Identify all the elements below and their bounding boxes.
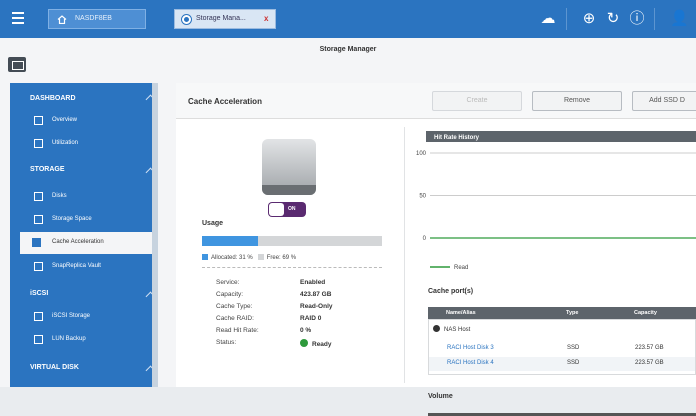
allocated-swatch: [202, 254, 208, 260]
window-title: Storage Manager: [319, 46, 377, 53]
col-name: Name/Alias: [446, 310, 476, 316]
storage-manager-icon: [182, 15, 191, 24]
remove-button[interactable]: Remove: [532, 91, 622, 111]
page-title: Cache Acceleration: [188, 97, 262, 106]
sidebar-item-lun-backup[interactable]: LUN Backup: [32, 329, 158, 351]
iscsi-storage-icon: [34, 312, 43, 321]
top-bar: NASDF8EB Storage Mana... x ☁ ⊕ ↻ ⓘ 👤: [0, 0, 696, 38]
storage-space-icon: [34, 215, 43, 224]
sidebar: DASHBOARD Overview Utilization STORAGE D…: [10, 83, 158, 387]
storage-manager-window: Storage Manager DASHBOARD Overview Utili…: [0, 38, 696, 416]
col-capacity: Capacity: [634, 310, 657, 316]
ssd-disk-image: [262, 139, 316, 195]
sidebar-item-overview[interactable]: Overview: [32, 110, 158, 132]
sidebar-section-storage[interactable]: STORAGE: [30, 166, 65, 173]
tab-storage-manager-label: Storage Mana...: [196, 15, 246, 22]
sidebar-item-label: iSCSI Storage: [52, 313, 91, 319]
y-tick-label: 50: [419, 194, 426, 200]
volume-label: Volume: [428, 393, 453, 400]
menu-icon[interactable]: [12, 12, 24, 24]
sidebar-item-iscsi-storage[interactable]: iSCSI Storage: [32, 306, 158, 328]
home-icon: [57, 15, 67, 24]
snapreplica-vault-icon: [34, 262, 43, 271]
group-name: NAS Host: [444, 327, 471, 333]
sidebar-item-storage-space[interactable]: Storage Space: [32, 209, 158, 231]
sidebar-item-utilization[interactable]: Utilization: [32, 133, 158, 155]
lun-backup-icon: [34, 335, 43, 344]
sidebar-item-label: Overview: [52, 117, 78, 123]
hit-rate-chart: Hit Rate History 0 50 100 Read: [416, 131, 696, 271]
table-row[interactable]: RACI Host Disk 4 SSD 223.57 GB: [429, 357, 695, 371]
separator: [566, 8, 567, 30]
disks-icon: [34, 192, 43, 201]
free-text: Free: 69 %: [266, 255, 297, 261]
sync-icon[interactable]: ↻: [604, 10, 622, 28]
user-icon[interactable]: 👤: [670, 10, 689, 28]
disk-name-cell[interactable]: RACI Host Disk 4: [447, 360, 494, 366]
table-row[interactable]: RACI Host Disk 3 SSD 223.57 GB: [429, 342, 695, 356]
col-type: Type: [566, 310, 579, 316]
tab-home-label: NASDF8EB: [75, 15, 112, 22]
y-axis-ticks: 0 50 100: [416, 151, 427, 242]
tab-home[interactable]: NASDF8EB: [48, 9, 146, 29]
chart-grid: [430, 152, 696, 239]
sidebar-item-cache-acceleration[interactable]: Cache Acceleration: [20, 232, 158, 254]
overview-icon: [34, 116, 43, 125]
group-header[interactable]: NAS Host: [433, 325, 470, 333]
sidebar-item-label: SnapReplica Vault: [52, 263, 101, 269]
cache-toggle[interactable]: ON: [268, 202, 306, 217]
y-tick-label: 0: [423, 236, 427, 242]
y-tick-label: 100: [416, 151, 427, 157]
gauge-icon[interactable]: ⊕: [580, 10, 598, 28]
table-header: Name/Alias Type Capacity: [428, 307, 696, 319]
create-button[interactable]: Create: [432, 91, 522, 111]
sidebar-item-label: Disks: [52, 193, 67, 199]
separator: [654, 8, 655, 30]
sidebar-section-dashboard[interactable]: DASHBOARD: [30, 95, 76, 102]
disk-name-cell[interactable]: RACI Host Disk 3: [447, 345, 494, 351]
sidebar-section-iscsi[interactable]: iSCSI: [30, 290, 48, 297]
add-ssd-button[interactable]: Add SSD D: [632, 91, 696, 111]
cache-ports-label: Cache port(s): [428, 288, 474, 295]
window-menu-icon[interactable]: [8, 57, 26, 72]
ready-icon: [300, 339, 308, 347]
content-header: Cache Acceleration Create Remove Add SSD…: [176, 83, 696, 119]
sidebar-item-label: Storage Space: [52, 216, 92, 222]
status-value: Ready: [312, 341, 332, 348]
sidebar-item-label: LUN Backup: [52, 336, 86, 342]
chart-title: Hit Rate History: [434, 135, 480, 141]
type-cell: SSD: [567, 360, 580, 366]
table-group-nas-host: NAS Host RACI Host Disk 3 SSD 223.57 GB …: [428, 319, 696, 375]
type-cell: SSD: [567, 345, 580, 351]
sidebar-scrollbar[interactable]: [152, 83, 158, 387]
toggle-knob: [269, 203, 284, 216]
usage-bar-fill: [202, 236, 258, 246]
utilization-icon: [34, 139, 43, 148]
usage-bar: [202, 236, 382, 246]
cloud-icon[interactable]: ☁: [539, 10, 557, 28]
sidebar-item-snapreplica-vault[interactable]: SnapReplica Vault: [32, 256, 158, 278]
cache-acceleration-icon: [32, 238, 41, 247]
sidebar-item-label: Cache Acceleration: [52, 239, 104, 245]
usage-label: Usage: [202, 220, 224, 227]
sidebar-item-disks[interactable]: Disks: [32, 186, 158, 208]
tab-storage-manager[interactable]: Storage Mana... x: [174, 9, 276, 29]
allocated-text: Allocated: 31 %: [211, 255, 253, 261]
usage-legend: Allocated: 31 % Free: 69 %: [202, 254, 296, 261]
free-swatch: [257, 254, 264, 260]
info-icon[interactable]: ⓘ: [628, 10, 646, 28]
toggle-label: ON: [288, 206, 296, 212]
capacity-cell: 223.57 GB: [635, 360, 664, 366]
sidebar-section-virtual-disk[interactable]: VIRTUAL DISK: [30, 364, 79, 371]
sidebar-item-label: Utilization: [52, 140, 79, 146]
collapse-group-icon: [433, 325, 440, 332]
divider: [202, 267, 382, 268]
main-content: Cache Acceleration Create Remove Add SSD…: [176, 83, 696, 416]
capacity-cell: 223.57 GB: [635, 345, 664, 351]
close-tab-icon[interactable]: x: [264, 14, 268, 23]
legend-read-label: Read: [454, 265, 468, 271]
